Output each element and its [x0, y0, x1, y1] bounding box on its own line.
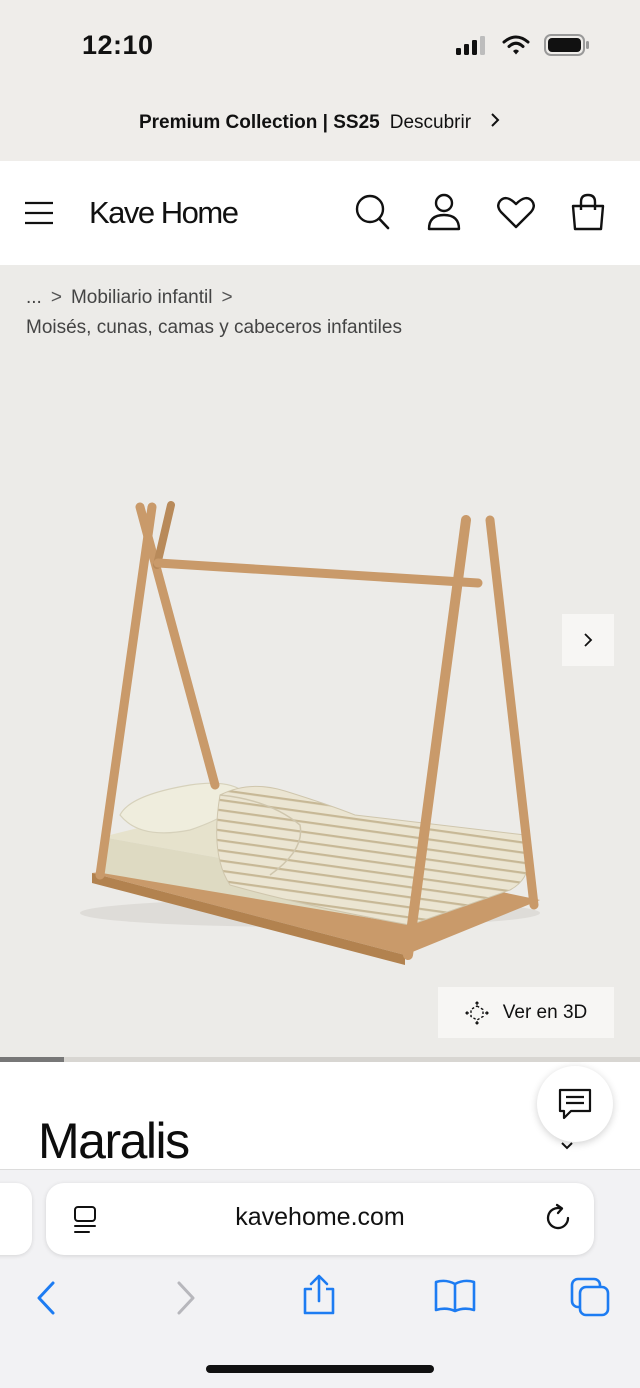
address-bar[interactable]: kavehome.com — [46, 1183, 594, 1255]
reload-icon[interactable] — [543, 1203, 573, 1238]
previous-tab-preview[interactable] — [0, 1183, 32, 1255]
tabs-overview-icon[interactable] — [570, 1277, 612, 1324]
back-arrow-icon[interactable] — [34, 1280, 58, 1321]
account-icon[interactable] — [426, 193, 462, 236]
breadcrumb-ellipsis[interactable]: ... — [26, 287, 42, 308]
wishlist-heart-icon[interactable] — [497, 195, 535, 234]
top-banner: 12:10 Premium Collection | SS25 Descubrir — [0, 0, 640, 161]
breadcrumb-separator: > — [221, 287, 233, 308]
product-title: Maralis — [38, 1113, 190, 1169]
status-icons — [456, 34, 590, 56]
wifi-icon — [502, 35, 530, 55]
breadcrumb-item-current-category[interactable]: Moisés, cunas, camas y cabeceros infanti… — [26, 313, 402, 343]
chevron-right-icon — [584, 633, 593, 647]
breadcrumb-item-mobiliario-infantil[interactable]: Mobiliario infantil — [71, 287, 213, 308]
chevron-down-icon[interactable] — [559, 1137, 575, 1155]
shopping-bag-icon[interactable] — [570, 193, 606, 236]
site-logo[interactable]: Kave Home — [89, 195, 239, 231]
search-icon[interactable] — [354, 193, 390, 236]
forward-arrow-icon[interactable] — [174, 1280, 198, 1321]
promo-banner[interactable]: Premium Collection | SS25 Descubrir — [0, 112, 640, 134]
status-time: 12:10 — [82, 30, 154, 60]
address-url[interactable]: kavehome.com — [46, 1203, 594, 1232]
cube-3d-icon — [464, 1000, 489, 1025]
gallery-progress-bar — [0, 1057, 640, 1062]
product-gallery: ... > Mobiliario infantil > Moisés, cunas, … — [0, 265, 640, 1057]
promo-collection: Premium Collection | SS25 — [138, 112, 380, 134]
product-image-teepee-bed[interactable] — [70, 495, 550, 975]
share-icon[interactable] — [300, 1274, 338, 1321]
promo-discover-link[interactable]: Descubrir — [390, 112, 471, 133]
bookmarks-book-icon[interactable] — [433, 1278, 477, 1319]
view-3d-button[interactable]: Ver en 3D — [438, 987, 614, 1038]
chat-button[interactable] — [537, 1066, 613, 1142]
site-header: Kave Home — [0, 161, 640, 265]
breadcrumb-separator: > — [50, 287, 62, 308]
next-image-button[interactable] — [562, 614, 614, 666]
cellular-signal-icon — [456, 36, 485, 55]
browser-toolbar: kavehome.com — [0, 1169, 640, 1388]
hamburger-menu-icon[interactable] — [24, 201, 54, 230]
battery-icon — [544, 34, 589, 56]
view-3d-label: Ver en 3D — [502, 1001, 588, 1023]
breadcrumb: ... > Mobiliario infantil > Moisés, cunas, … — [26, 283, 402, 343]
gallery-progress-fill — [0, 1057, 64, 1062]
chat-icon — [558, 1088, 592, 1120]
home-indicator — [206, 1365, 434, 1373]
chevron-right-icon — [489, 112, 501, 134]
